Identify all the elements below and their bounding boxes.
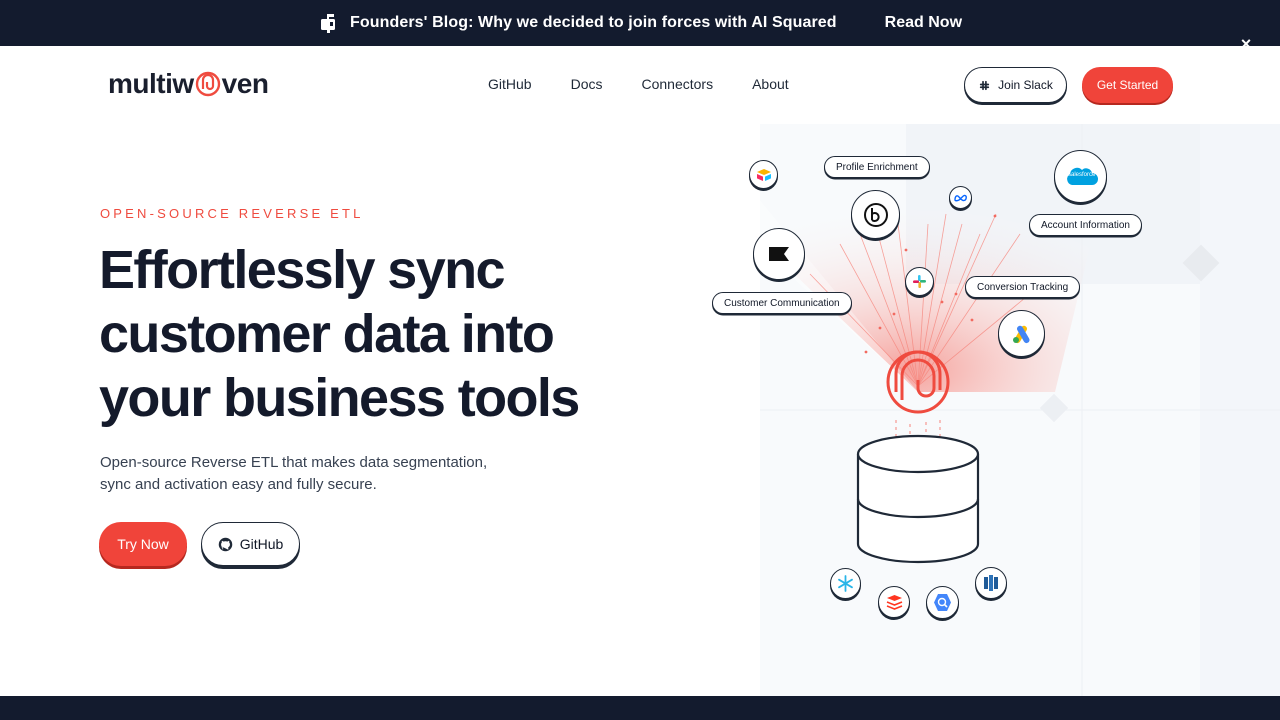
join-slack-label: Join Slack (998, 78, 1053, 92)
read-now-link[interactable]: Read Now (885, 14, 962, 32)
headline-line-1: Effortlessly sync (99, 240, 506, 300)
hero-eyebrow: OPEN-SOURCE REVERSE ETL (100, 206, 364, 221)
databricks-node (878, 586, 910, 618)
salesforce-node: salesforce (1054, 150, 1107, 203)
airtable-node (749, 160, 778, 189)
try-now-button[interactable]: Try Now (99, 522, 187, 566)
announcement-bar: Founders' Blog: Why we decided to join f… (0, 0, 1280, 53)
bigquery-icon (934, 594, 951, 611)
announcement-message[interactable]: Founders' Blog: Why we decided to join f… (350, 14, 837, 32)
google-ads-icon (1012, 325, 1029, 343)
logo[interactable]: multiw ven (108, 68, 269, 100)
github-button-label: GitHub (239, 536, 284, 552)
label-account-information: Account Information (1029, 214, 1142, 236)
nav-link-connectors[interactable]: Connectors (641, 76, 713, 92)
nav-link-github[interactable]: GitHub (488, 76, 532, 92)
logo-text-right: ven (221, 68, 269, 99)
logo-text-left: multiw (108, 68, 194, 99)
github-button[interactable]: GitHub (201, 522, 300, 566)
get-started-button[interactable]: Get Started (1082, 67, 1173, 103)
logo-mark-icon (195, 71, 220, 97)
slack-color-icon (913, 275, 926, 288)
airtable-icon (756, 168, 771, 181)
meta-node (949, 186, 972, 209)
salesforce-wordmark: salesforce (1068, 172, 1096, 178)
nav-link-about[interactable]: About (752, 76, 789, 92)
subtext-line-2: sync and activation easy and fully secur… (100, 476, 377, 493)
main-navigation: multiw ven GitHub Docs Connectors About … (0, 46, 1280, 124)
label-customer-communication: Customer Communication (712, 292, 852, 314)
google-ads-node (998, 310, 1045, 357)
subtext-line-1: Open-source Reverse ETL that makes data … (100, 454, 488, 471)
nav-link-docs[interactable]: Docs (571, 76, 603, 92)
redshift-icon (984, 575, 998, 591)
klaviyo-node (753, 228, 805, 280)
label-conversion-tracking: Conversion Tracking (965, 276, 1081, 298)
headline-line-3: your business tools (99, 368, 580, 428)
b-brand-icon (863, 202, 888, 227)
slack-node (905, 267, 934, 296)
redshift-node (975, 567, 1007, 599)
label-profile-enrichment: Profile Enrichment (824, 156, 930, 178)
snowflake-icon (838, 575, 853, 592)
brand-b-node (851, 190, 900, 239)
databricks-icon (886, 595, 902, 610)
bigquery-node (926, 586, 959, 619)
snowflake-node (830, 568, 861, 599)
klaviyo-flag-icon (769, 247, 789, 261)
github-icon (218, 537, 232, 551)
hero-subtext: Open-source Reverse ETL that makes data … (100, 452, 500, 496)
slack-icon (979, 80, 990, 90)
footer-strip (0, 696, 1280, 720)
mailbox-icon (320, 14, 335, 33)
hero-illustration: Profile Enrichment Account Information C… (690, 124, 1280, 696)
hero-headline: Effortlessly sync customer data into you… (99, 238, 619, 430)
meta-icon (953, 194, 967, 201)
illustration-background (690, 124, 1280, 696)
close-icon[interactable]: × (1238, 35, 1254, 53)
join-slack-button[interactable]: Join Slack (964, 67, 1067, 103)
nav-links: GitHub Docs Connectors About (488, 76, 789, 92)
headline-line-2: customer data into (99, 304, 555, 364)
